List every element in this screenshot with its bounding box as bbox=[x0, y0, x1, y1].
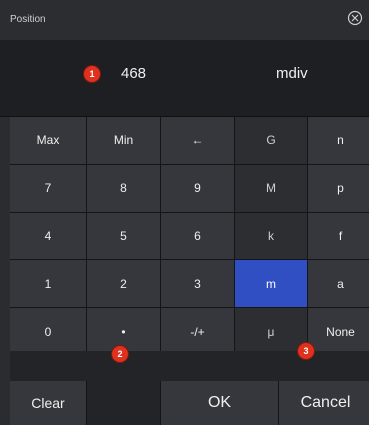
cancel-button[interactable]: Cancel bbox=[279, 381, 369, 425]
key-sign-toggle[interactable]: -/+ bbox=[161, 308, 234, 355]
close-icon[interactable] bbox=[347, 10, 363, 26]
key-8[interactable]: 8 bbox=[87, 164, 160, 212]
key-backspace[interactable]: ← bbox=[161, 117, 234, 164]
key-unit-pico[interactable]: p bbox=[308, 164, 369, 212]
action-bar-spacer bbox=[87, 381, 160, 425]
key-5[interactable]: 5 bbox=[87, 212, 160, 260]
key-0[interactable]: 0 bbox=[10, 308, 86, 355]
action-bar: Clear OK Cancel bbox=[10, 381, 369, 425]
clear-button[interactable]: Clear bbox=[10, 381, 86, 425]
unit-text: mdiv bbox=[276, 65, 308, 82]
left-border bbox=[0, 117, 10, 425]
key-unit-nano[interactable]: n bbox=[308, 117, 369, 164]
key-9[interactable]: 9 bbox=[161, 164, 234, 212]
callout-badge-1: 1 bbox=[84, 66, 100, 82]
key-unit-micro[interactable]: μ bbox=[235, 308, 307, 355]
key-unit-giga[interactable]: G bbox=[235, 117, 307, 164]
key-3[interactable]: 3 bbox=[161, 260, 234, 308]
key-6[interactable]: 6 bbox=[161, 212, 234, 260]
dialog-title: Position bbox=[10, 14, 46, 25]
key-2[interactable]: 2 bbox=[87, 260, 160, 308]
key-unit-milli[interactable]: m bbox=[235, 260, 307, 308]
value-text: 468 bbox=[121, 65, 147, 82]
key-unit-none[interactable]: None bbox=[308, 308, 369, 355]
key-1[interactable]: 1 bbox=[10, 260, 86, 308]
key-7[interactable]: 7 bbox=[10, 164, 86, 212]
dialog-titlebar: Position bbox=[0, 0, 369, 41]
key-unit-mega[interactable]: M bbox=[235, 164, 307, 212]
value-display bbox=[0, 40, 369, 117]
key-unit-atto[interactable]: a bbox=[308, 260, 369, 308]
key-unit-kilo[interactable]: k bbox=[235, 212, 307, 260]
key-4[interactable]: 4 bbox=[10, 212, 86, 260]
ok-button[interactable]: OK bbox=[161, 381, 278, 425]
key-max[interactable]: Max bbox=[10, 117, 86, 164]
callout-badge-3: 3 bbox=[298, 343, 314, 359]
callout-badge-2: 2 bbox=[112, 346, 128, 362]
keypad-footer-gap bbox=[10, 351, 369, 381]
key-unit-femto[interactable]: f bbox=[308, 212, 369, 260]
key-min[interactable]: Min bbox=[87, 117, 160, 164]
keypad: Max Min ← G n 7 8 9 M p 4 5 6 k f 1 2 3 … bbox=[10, 117, 369, 355]
